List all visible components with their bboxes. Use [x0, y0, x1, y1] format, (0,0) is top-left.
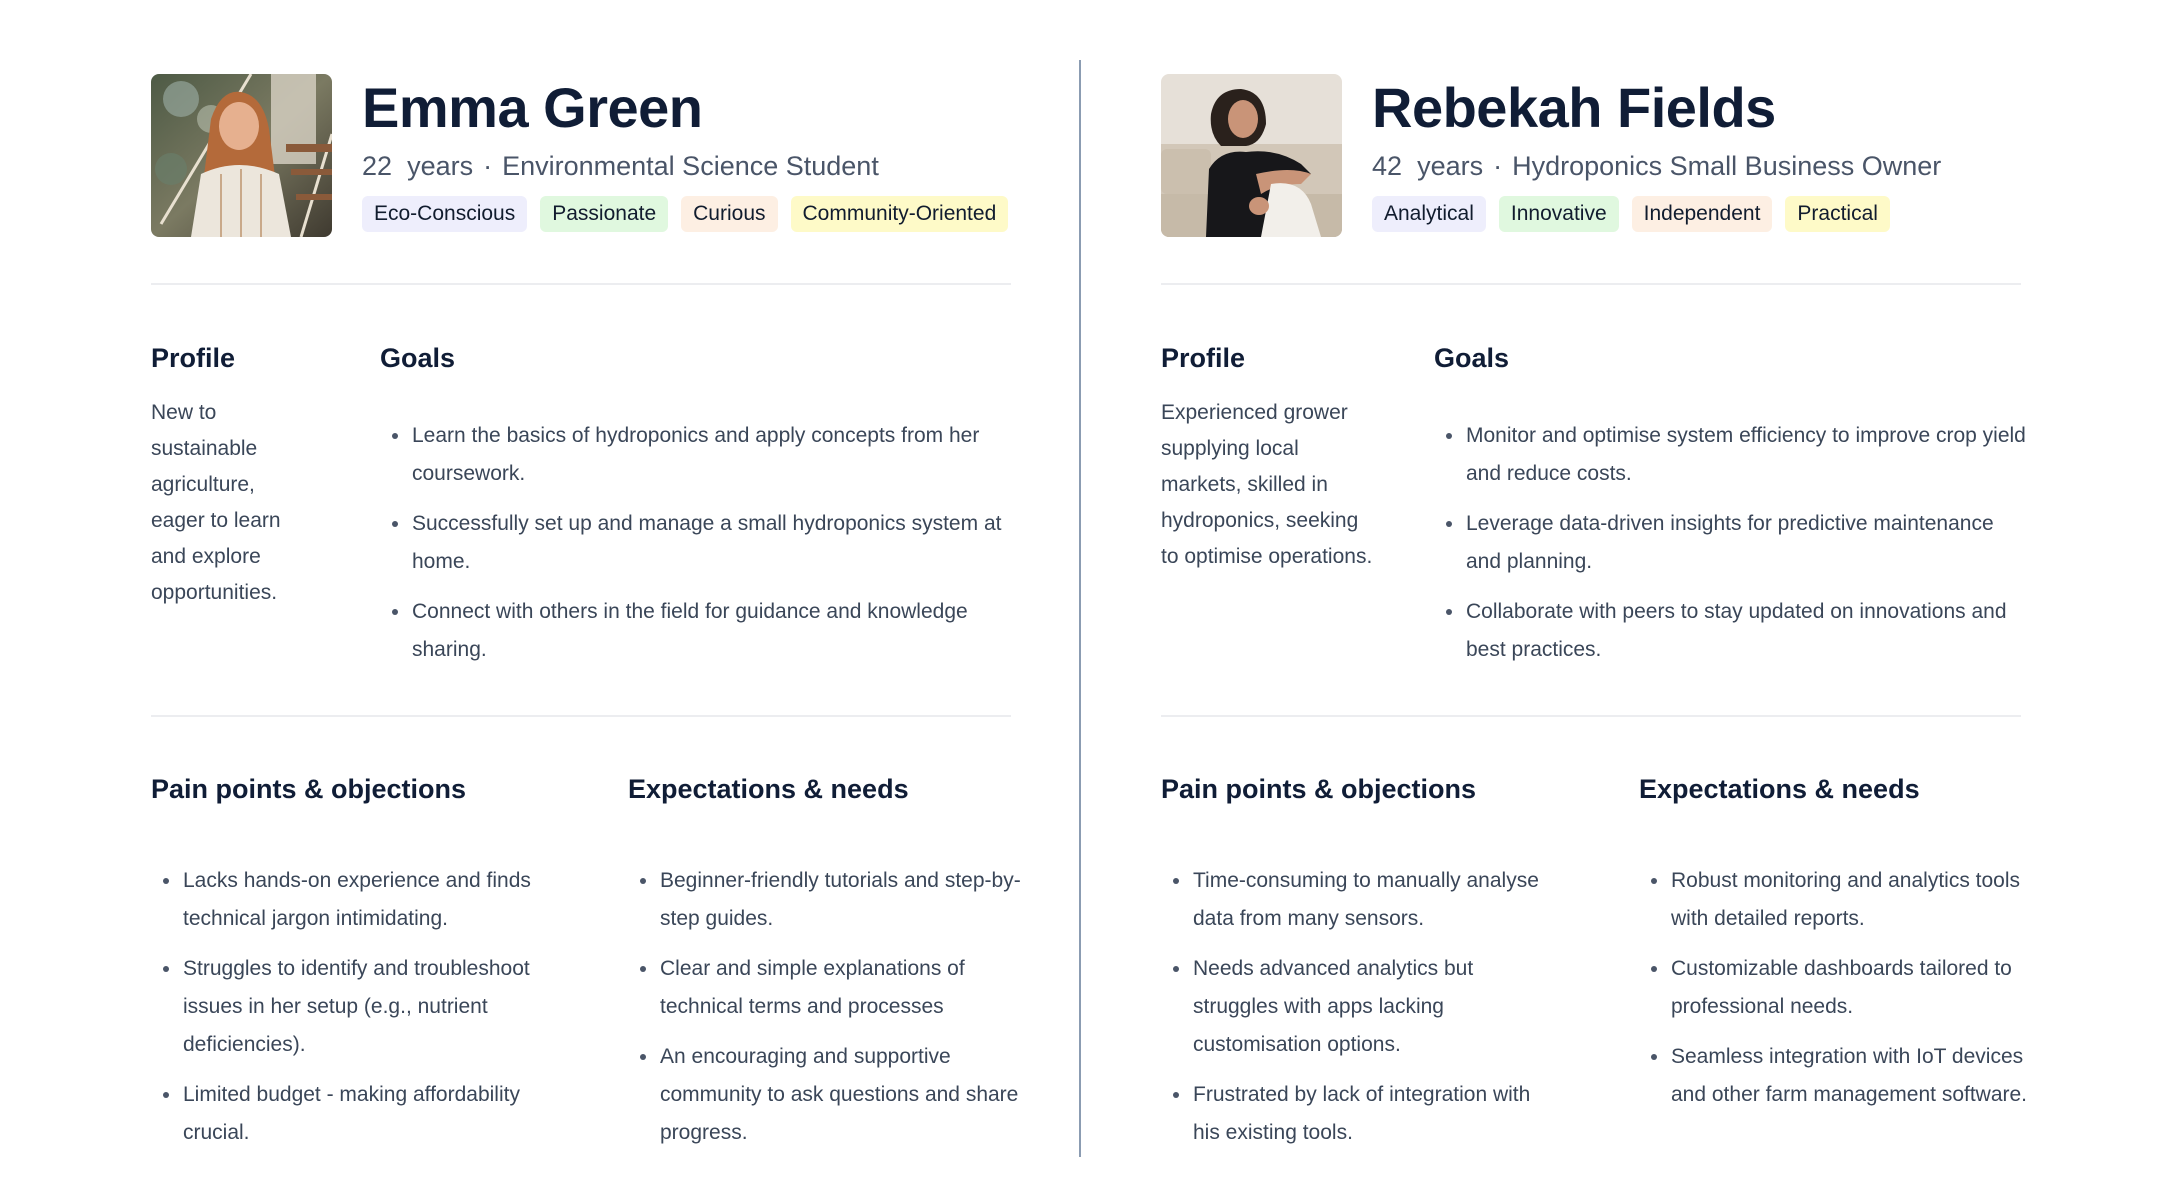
list-item: Lacks hands-on experience and finds tech…	[163, 862, 551, 938]
goals-heading: Goals	[1434, 343, 1510, 373]
section-divider	[1161, 283, 2021, 285]
persona-header-info: Rebekah Fields 42 years · Hydroponics Smal…	[1372, 74, 1941, 232]
separator-dot: ·	[1493, 151, 1503, 181]
profile-section: Profile Experienced grower supplying loc…	[1161, 341, 1376, 575]
tag-community-oriented: Community-Oriented	[790, 196, 1009, 232]
profile-text: Experienced grower supplying local marke…	[1161, 401, 1373, 568]
section-divider	[1161, 715, 2021, 717]
profile-heading: Profile	[151, 343, 236, 373]
expectations-list: Robust monitoring and analytics tools wi…	[1639, 862, 2039, 1114]
profile-text: New to sustainable agriculture, eager to…	[151, 401, 281, 604]
pain-points-list: Lacks hands-on experience and finds tech…	[151, 862, 551, 1152]
persona-role: Hydroponics Small Business Owner	[1512, 151, 1942, 181]
persona-tags: Analytical Innovative Independent Practi…	[1372, 196, 1941, 232]
expectations-list: Beginner-friendly tutorials and step-by-…	[628, 862, 1028, 1152]
persona-card-emma-green: Emma Green 22 years · Environmental Scienc…	[151, 0, 1021, 1200]
goals-list: Monitor and optimise system efficiency t…	[1434, 417, 2034, 669]
persona-card-rebekah-fields: Rebekah Fields 42 years · Hydroponics Smal…	[1161, 0, 2027, 1200]
persona-header-info: Emma Green 22 years · Environmental Scienc…	[362, 74, 1009, 232]
pain-points-list: Time-consuming to manually analyse data …	[1161, 862, 1561, 1152]
persona-photo	[1161, 74, 1342, 237]
profile-section: Profile New to sustainable agriculture, …	[151, 341, 311, 611]
goals-list: Learn the basics of hydroponics and appl…	[380, 417, 1020, 669]
expectations-section: Expectations & needs Beginner-friendly t…	[628, 772, 1028, 1164]
tag-innovative: Innovative	[1498, 196, 1619, 232]
list-item: Beginner-friendly tutorials and step-by-…	[640, 862, 1028, 938]
pain-points-heading: Pain points & objections	[151, 774, 467, 804]
list-item: Connect with others in the field for gui…	[392, 593, 1020, 669]
photo-young-woman-icon	[151, 74, 332, 237]
persona-photo	[151, 74, 332, 237]
list-item: Seamless integration with IoT devices an…	[1651, 1038, 2039, 1114]
tag-practical: Practical	[1785, 196, 1890, 232]
persona-header: Rebekah Fields 42 years · Hydroponics Smal…	[1161, 74, 2061, 238]
persona-role: Environmental Science Student	[502, 151, 879, 181]
pain-points-section: Pain points & objections Lacks hands-on …	[151, 772, 571, 1164]
list-item: Time-consuming to manually analyse data …	[1173, 862, 1561, 938]
section-divider	[151, 715, 1011, 717]
persona-name: Rebekah Fields	[1372, 76, 1776, 139]
list-item: Frustrated by lack of integration with h…	[1173, 1076, 1561, 1152]
list-item: Robust monitoring and analytics tools wi…	[1651, 862, 2039, 938]
persona-age: 22	[362, 151, 393, 181]
persona-header: Emma Green 22 years · Environmental Scienc…	[151, 74, 1051, 238]
tag-curious: Curious	[681, 196, 778, 232]
list-item: Needs advanced analytics but struggles w…	[1173, 950, 1561, 1064]
list-item: Successfully set up and manage a small h…	[392, 505, 1020, 581]
goals-section: Goals Monitor and optimise system effici…	[1434, 341, 2034, 681]
tag-passionate: Passionate	[540, 196, 669, 232]
goals-section: Goals Learn the basics of hydroponics an…	[380, 341, 1020, 681]
persona-tags: Eco-Conscious Passionate Curious Communi…	[362, 196, 1009, 232]
persona-age-unit: years	[407, 151, 474, 181]
persona-subtitle: 22 years · Environmental Science Student	[362, 148, 1008, 184]
tag-analytical: Analytical	[1372, 196, 1486, 232]
list-item: Customizable dashboards tailored to prof…	[1651, 950, 2039, 1026]
list-item: Collaborate with peers to stay updated o…	[1446, 593, 2034, 669]
section-divider	[151, 283, 1011, 285]
separator-dot: ·	[483, 151, 493, 181]
expectations-section: Expectations & needs Robust monitoring a…	[1639, 772, 2039, 1126]
list-item: Learn the basics of hydroponics and appl…	[392, 417, 1020, 493]
persona-age: 42	[1372, 151, 1403, 181]
list-item: Limited budget - making affordability cr…	[163, 1076, 551, 1152]
persona-subtitle: 42 years · Hydroponics Small Business Owne…	[1372, 148, 1941, 184]
pain-points-section: Pain points & objections Time-consuming …	[1161, 772, 1581, 1164]
list-item: Monitor and optimise system efficiency t…	[1446, 417, 2034, 493]
persona-age-unit: years	[1417, 151, 1484, 181]
photo-woman-on-sofa-icon	[1161, 74, 1342, 237]
goals-heading: Goals	[380, 343, 456, 373]
expectations-heading: Expectations & needs	[1639, 774, 1920, 804]
tag-independent: Independent	[1631, 196, 1773, 232]
pain-points-heading: Pain points & objections	[1161, 774, 1477, 804]
profile-heading: Profile	[1161, 343, 1246, 373]
persona-name: Emma Green	[362, 76, 703, 139]
list-item: Clear and simple explanations of technic…	[640, 950, 1028, 1026]
list-item: Leverage data-driven insights for predic…	[1446, 505, 2034, 581]
persona-divider	[1079, 60, 1081, 1157]
tag-eco-conscious: Eco-Conscious	[362, 196, 528, 232]
list-item: Struggles to identify and troubleshoot i…	[163, 950, 551, 1064]
expectations-heading: Expectations & needs	[628, 774, 909, 804]
list-item: An encouraging and supportive community …	[640, 1038, 1028, 1152]
